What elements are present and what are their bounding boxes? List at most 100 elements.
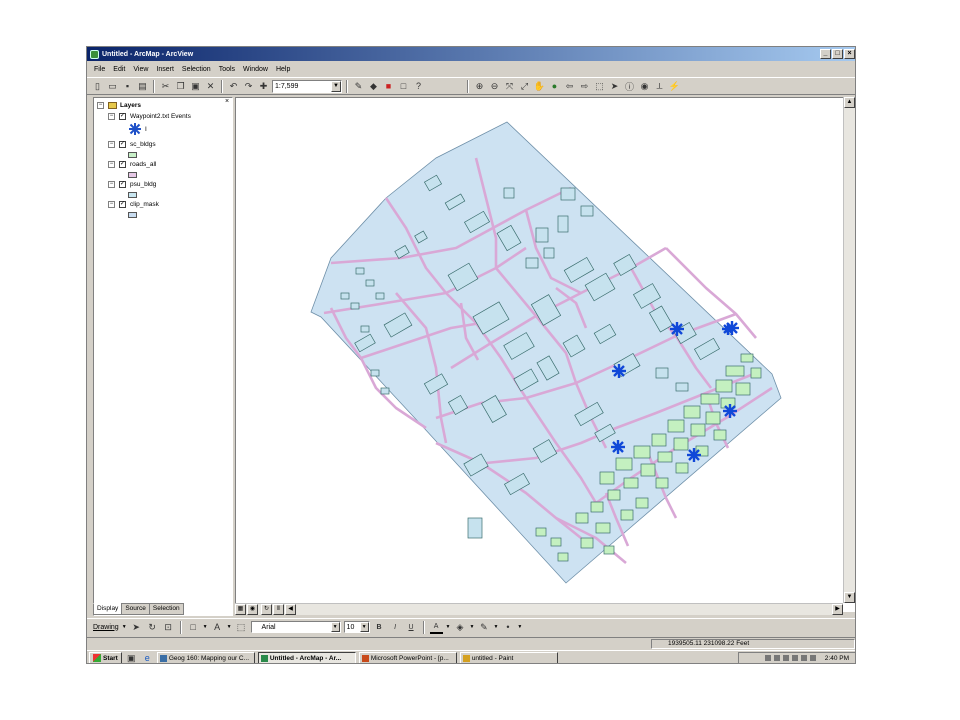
menu-selection[interactable]: Selection xyxy=(181,66,212,73)
layout-view-icon[interactable]: ▦ xyxy=(235,604,246,615)
menu-insert[interactable]: Insert xyxy=(155,66,175,73)
edit-vertices-icon[interactable]: ⬚ xyxy=(235,621,248,634)
back-icon[interactable]: ⇦ xyxy=(563,80,576,93)
map-display[interactable] xyxy=(235,97,855,612)
toc-layer-label[interactable]: sc_bldgs xyxy=(130,141,156,148)
chevron-down-icon[interactable]: ▼ xyxy=(203,624,208,630)
command-line-icon[interactable]: □ xyxy=(397,80,410,93)
roads-all-swatch[interactable] xyxy=(128,172,137,178)
font-size-combobox[interactable]: 10 ▼ xyxy=(343,621,370,633)
select-elements-icon[interactable]: ⬚ xyxy=(593,80,606,93)
layer-visibility-checkbox[interactable]: ✓ xyxy=(119,141,126,148)
new-text-icon[interactable]: A xyxy=(211,621,224,634)
toc-layer-clip-mask[interactable]: − ✓ clip_mask xyxy=(108,201,159,208)
toc-layer-waypoints[interactable]: − ✓ Waypoint2.txt Events xyxy=(108,113,191,120)
collapse-icon[interactable]: − xyxy=(97,102,104,109)
arctoolbox-icon[interactable]: ◆ xyxy=(367,80,380,93)
chevron-down-icon[interactable]: ▼ xyxy=(470,624,475,630)
underline-button[interactable]: U xyxy=(405,621,418,634)
menu-file[interactable]: File xyxy=(93,66,106,73)
scroll-left-icon[interactable]: ◀ xyxy=(285,604,296,615)
identify-icon[interactable]: ⓘ xyxy=(623,80,636,93)
start-button[interactable]: Start xyxy=(89,652,122,663)
italic-button[interactable]: I xyxy=(389,621,402,634)
tray-icon[interactable] xyxy=(791,655,798,661)
add-data-icon[interactable]: ✚ xyxy=(257,80,270,93)
toc-layer-psu-bldg[interactable]: − ✓ psu_bldg xyxy=(108,181,156,188)
rotate-icon[interactable]: ↻ xyxy=(146,621,159,634)
open-icon[interactable]: ▭ xyxy=(106,80,119,93)
tab-display[interactable]: Display xyxy=(93,603,123,615)
map-vertical-scrollbar[interactable]: ▲ ▼ xyxy=(843,97,855,603)
zoom-to-selected-icon[interactable]: ⊡ xyxy=(162,621,175,634)
toc-layer-label[interactable]: Waypoint2.txt Events xyxy=(130,113,191,120)
tray-icon[interactable] xyxy=(782,655,789,661)
collapse-icon[interactable]: − xyxy=(108,161,115,168)
measure-icon[interactable]: ⟂ xyxy=(653,80,666,93)
pause-drawing-icon[interactable]: Ⅱ xyxy=(273,604,284,615)
print-icon[interactable]: ▤ xyxy=(136,80,149,93)
taskbar-item[interactable]: untitled - Paint xyxy=(459,652,558,663)
minimize-button[interactable]: _ xyxy=(820,49,831,59)
toc-layer-label[interactable]: psu_bldg xyxy=(130,181,156,188)
quick-launch-ie-icon[interactable]: e xyxy=(141,652,154,663)
tray-icon[interactable] xyxy=(800,655,807,661)
taskbar-item[interactable]: Geog 160: Mapping our C... xyxy=(156,652,255,663)
collapse-icon[interactable]: − xyxy=(108,113,115,120)
fixed-zoom-out-icon[interactable]: ⤢ xyxy=(518,80,531,93)
scroll-down-icon[interactable]: ▼ xyxy=(844,592,855,603)
chevron-down-icon[interactable]: ▼ xyxy=(446,624,451,630)
paste-icon[interactable]: ▣ xyxy=(189,80,202,93)
collapse-icon[interactable]: − xyxy=(108,181,115,188)
psu-bldg-swatch[interactable] xyxy=(128,192,137,198)
map-scale-combobox[interactable]: 1:7,599 ▼ xyxy=(272,79,342,93)
waypoint-marker[interactable] xyxy=(612,364,626,378)
tray-icon[interactable] xyxy=(809,655,816,661)
layer-visibility-checkbox[interactable]: ✓ xyxy=(119,113,126,120)
marker-color-icon[interactable]: • xyxy=(501,621,514,634)
map-canvas[interactable] xyxy=(236,98,855,612)
close-button[interactable]: × xyxy=(844,49,855,59)
collapse-icon[interactable]: − xyxy=(108,201,115,208)
waypoint-marker[interactable] xyxy=(611,440,625,454)
layer-visibility-checkbox[interactable]: ✓ xyxy=(119,161,126,168)
menu-window[interactable]: Window xyxy=(242,66,269,73)
undo-icon[interactable]: ↶ xyxy=(227,80,240,93)
drawing-menu-button[interactable]: Drawing xyxy=(93,624,119,631)
layer-visibility-checkbox[interactable]: ✓ xyxy=(119,201,126,208)
map-horizontal-scrollbar[interactable]: ▦ ◉ ↻ Ⅱ ◀ ▶ xyxy=(235,603,843,615)
chevron-down-icon[interactable]: ▼ xyxy=(122,624,127,630)
menu-tools[interactable]: Tools xyxy=(218,66,236,73)
redo-icon[interactable]: ↷ xyxy=(242,80,255,93)
forward-icon[interactable]: ⇨ xyxy=(578,80,591,93)
clip-mask-swatch[interactable] xyxy=(128,212,137,218)
arctoolbox-red-icon[interactable]: ■ xyxy=(382,80,395,93)
waypoint-marker[interactable] xyxy=(723,404,737,418)
chevron-down-icon[interactable]: ▼ xyxy=(331,80,341,92)
chevron-down-icon[interactable]: ▼ xyxy=(493,624,498,630)
scroll-right-icon[interactable]: ▶ xyxy=(832,604,843,615)
toc-layer-roads-all[interactable]: − ✓ roads_all xyxy=(108,161,156,168)
data-view-icon[interactable]: ◉ xyxy=(247,604,258,615)
cut-icon[interactable]: ✂ xyxy=(159,80,172,93)
taskbar-item[interactable]: Untitled - ArcMap - Ar... xyxy=(257,652,356,663)
menu-help[interactable]: Help xyxy=(275,66,291,73)
select-elements-icon[interactable]: ➤ xyxy=(130,621,143,634)
select-features-icon[interactable]: ➤ xyxy=(608,80,621,93)
zoom-out-icon[interactable]: ⊖ xyxy=(488,80,501,93)
bold-button[interactable]: B xyxy=(373,621,386,634)
chevron-down-icon[interactable]: ▼ xyxy=(359,622,369,632)
waypoint-marker[interactable] xyxy=(670,322,684,336)
zoom-in-icon[interactable]: ⊕ xyxy=(473,80,486,93)
fixed-zoom-in-icon[interactable]: ⤧ xyxy=(503,80,516,93)
whats-this-icon[interactable]: ? xyxy=(412,80,425,93)
toc-layer-sc-bldgs[interactable]: − ✓ sc_bldgs xyxy=(108,141,156,148)
tray-icon[interactable] xyxy=(764,655,771,661)
copy-icon[interactable]: ❐ xyxy=(174,80,187,93)
new-icon[interactable]: ▯ xyxy=(91,80,104,93)
scroll-up-icon[interactable]: ▲ xyxy=(844,97,855,108)
tab-source[interactable]: Source xyxy=(121,603,150,615)
quick-launch-desktop-icon[interactable]: ▣ xyxy=(125,652,138,664)
clock[interactable]: 2:40 PM xyxy=(825,655,849,662)
line-color-icon[interactable]: ✎ xyxy=(477,621,490,634)
